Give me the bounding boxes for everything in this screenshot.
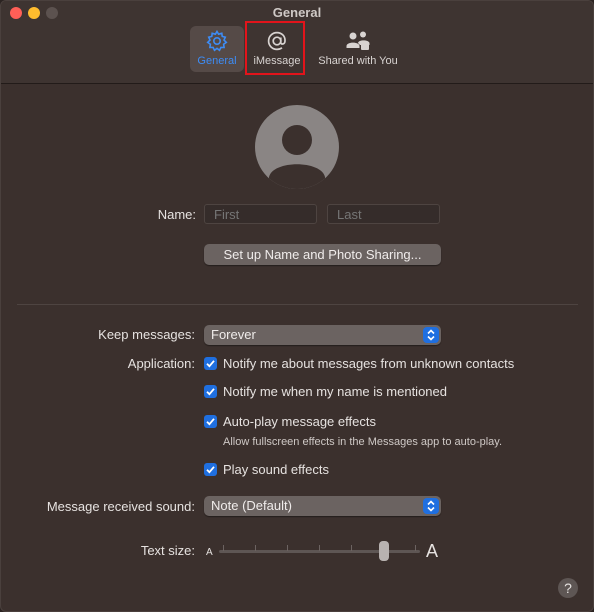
notify-unknown-contacts-label: Notify me about messages from unknown co… [223, 356, 515, 371]
message-received-sound-value: Note (Default) [211, 498, 292, 513]
auto-play-effects-description: Allow fullscreen effects in the Messages… [223, 436, 503, 448]
avatar[interactable] [255, 105, 339, 189]
shared-people-icon [312, 29, 404, 53]
text-size-slider-knob[interactable] [379, 541, 389, 561]
checkmark-icon [206, 388, 215, 396]
setup-name-photo-sharing-button[interactable]: Set up Name and Photo Sharing... [204, 244, 441, 265]
window-title: General [272, 5, 322, 20]
preferences-window: General General iMessage Shared with You… [0, 0, 594, 612]
section-divider [17, 304, 578, 305]
last-name-field[interactable] [327, 204, 440, 224]
title-bar: General General iMessage Shared with You [1, 1, 593, 84]
slider-tick [319, 545, 320, 551]
slider-tick [415, 545, 416, 551]
tab-general[interactable]: General [190, 26, 244, 72]
name-label: Name: [157, 207, 196, 222]
gear-icon [190, 29, 244, 53]
message-received-sound-popup[interactable]: Note (Default) [204, 496, 441, 516]
tab-shared-with-you[interactable]: Shared with You [312, 26, 404, 72]
application-label: Application: [127, 356, 195, 371]
auto-play-effects-checkbox[interactable] [204, 415, 217, 428]
checkmark-icon [206, 418, 215, 426]
text-size-large-label: A [426, 541, 439, 561]
keep-messages-popup[interactable]: Forever [204, 325, 441, 345]
help-button[interactable]: ? [558, 578, 578, 598]
play-sound-effects-checkbox[interactable] [204, 463, 217, 476]
keep-messages-value: Forever [211, 327, 256, 342]
text-size-small-label: A [206, 547, 213, 558]
notify-unknown-contacts-checkbox[interactable] [204, 357, 217, 370]
slider-tick [351, 545, 352, 551]
person-silhouette-icon [269, 125, 325, 189]
checkmark-icon [206, 466, 215, 474]
text-size-label: Text size: [140, 543, 195, 558]
tab-general-label: General [197, 55, 237, 67]
slider-tick [223, 545, 224, 551]
play-sound-effects-label: Play sound effects [223, 462, 329, 477]
first-name-field[interactable] [204, 204, 317, 224]
auto-play-effects-label: Auto-play message effects [223, 414, 376, 429]
slider-tick [287, 545, 288, 551]
keep-messages-label: Keep messages: [98, 327, 195, 342]
slider-tick [255, 545, 256, 551]
chevron-up-down-icon [423, 327, 439, 343]
message-received-sound-label: Message received sound: [46, 499, 195, 514]
notify-name-mentioned-label: Notify me when my name is mentioned [223, 384, 447, 399]
chevron-up-down-icon [423, 498, 439, 514]
checkmark-icon [206, 360, 215, 368]
notify-name-mentioned-checkbox[interactable] [204, 385, 217, 398]
highlight-annotation-box [245, 21, 305, 75]
tab-shared-label: Shared with You [318, 55, 398, 67]
